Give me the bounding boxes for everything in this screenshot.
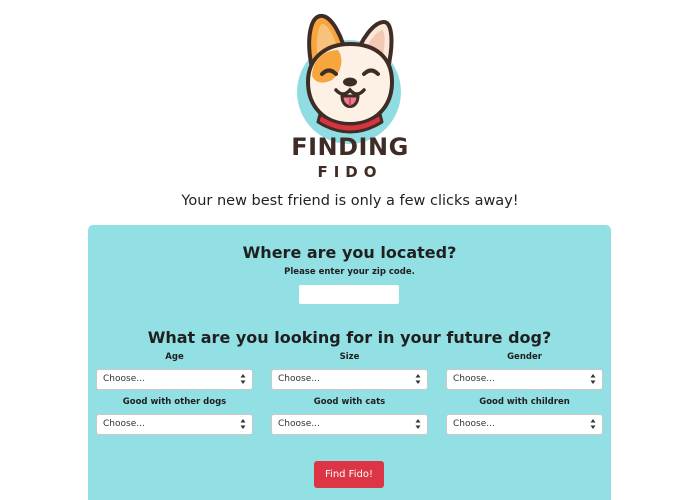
good-with-children-select-value: Choose...	[453, 419, 495, 429]
good-with-dogs-select-value: Choose...	[103, 419, 145, 429]
size-select-value: Choose...	[278, 374, 320, 384]
select-arrows-icon	[415, 419, 421, 429]
gender-select-value: Choose...	[453, 374, 495, 384]
select-arrows-icon	[415, 374, 421, 384]
select-arrows-icon	[240, 374, 246, 384]
size-select[interactable]: Choose...	[271, 369, 428, 390]
search-panel: Where are you located? Please enter your…	[88, 225, 611, 500]
good-with-cats-select[interactable]: Choose...	[271, 414, 428, 435]
good-with-dogs-label: Good with other dogs	[122, 397, 227, 407]
select-arrows-icon	[240, 419, 246, 429]
age-select[interactable]: Choose...	[96, 369, 253, 390]
zip-input[interactable]	[299, 285, 399, 304]
select-arrows-icon	[590, 374, 596, 384]
find-fido-button[interactable]: Find Fido!	[314, 461, 384, 488]
good-with-cats-select-value: Choose...	[278, 419, 320, 429]
age-select-value: Choose...	[103, 374, 145, 384]
brand-title: FINDING	[291, 133, 409, 161]
brand-subtitle: FIDO	[317, 163, 383, 181]
gender-select[interactable]: Choose...	[446, 369, 603, 390]
french-bulldog-logo-icon	[305, 14, 395, 134]
gender-label: Gender	[507, 352, 542, 362]
preferences-heading: What are you looking for in your future …	[147, 328, 552, 347]
zip-label: Please enter your zip code.	[284, 267, 415, 277]
logo: FINDING FIDO	[0, 10, 700, 190]
page: FINDING FIDO Your new best friend is onl…	[0, 0, 700, 500]
good-with-children-label: Good with children	[479, 397, 570, 407]
age-label: Age	[165, 352, 184, 362]
good-with-cats-label: Good with cats	[313, 397, 386, 407]
select-arrows-icon	[590, 419, 596, 429]
tagline: Your new best friend is only a few click…	[181, 193, 519, 209]
good-with-children-select[interactable]: Choose...	[446, 414, 603, 435]
size-label: Size	[339, 352, 360, 362]
good-with-dogs-select[interactable]: Choose...	[96, 414, 253, 435]
location-heading: Where are you located?	[242, 243, 457, 262]
